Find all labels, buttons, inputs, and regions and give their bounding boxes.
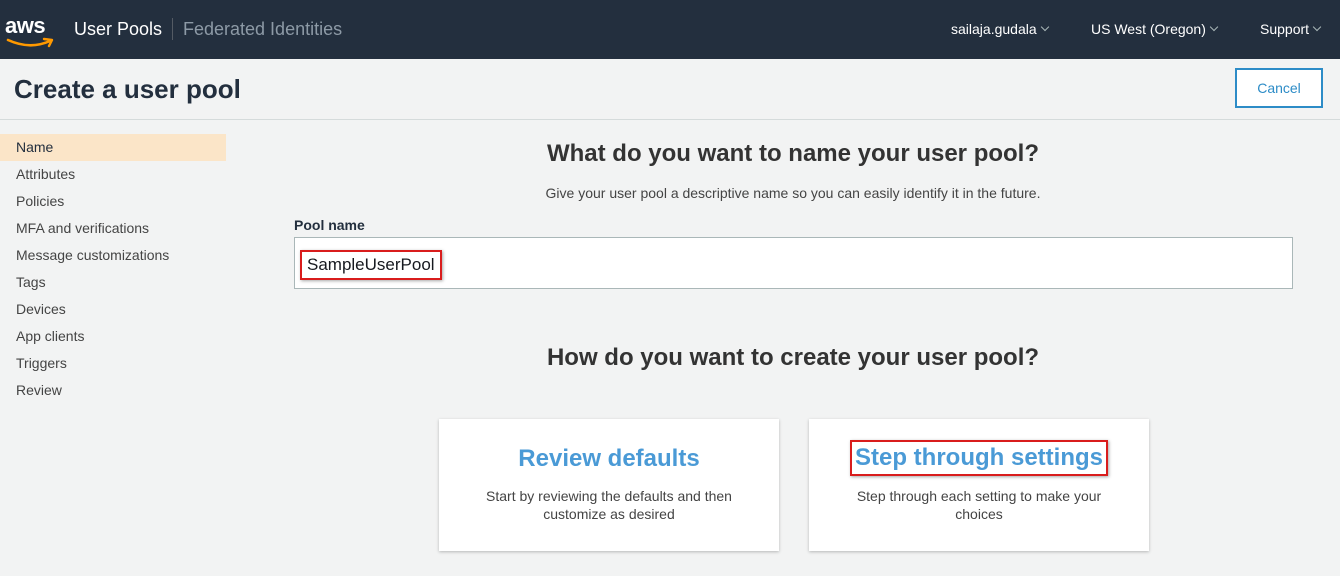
aws-logo[interactable]: aws [5,13,57,49]
sidebar-item-name[interactable]: Name [0,134,226,161]
sidebar-item-attributes[interactable]: Attributes [0,161,226,188]
chevron-down-icon [1040,22,1049,32]
step-through-settings-description: Step through each setting to make your c… [856,488,1102,522]
aws-logo-text: aws [5,13,46,38]
user-menu[interactable]: sailaja.gudala [951,21,1049,37]
sidebar-item-policies[interactable]: Policies [0,188,226,215]
review-defaults-title[interactable]: Review defaults [439,445,779,473]
nav-divider [172,18,173,40]
nav-federated-identities[interactable]: Federated Identities [183,19,342,40]
sidebar-item-app-clients[interactable]: App clients [0,323,226,350]
review-defaults-card[interactable]: Review defaults Start by reviewing the d… [439,419,779,551]
sidebar-item-mfa[interactable]: MFA and verifications [0,215,226,242]
chevron-down-icon [1209,22,1219,32]
region-menu[interactable]: US West (Oregon) [1091,21,1219,37]
sidebar-item-triggers[interactable]: Triggers [0,350,226,377]
name-heading: What do you want to name your user pool? [546,140,1039,167]
top-navigation-bar: aws User Pools Federated Identities sail… [0,0,1340,59]
sidebar-item-review[interactable]: Review [0,377,226,404]
nav-user-pools[interactable]: User Pools [74,19,162,40]
user-menu-label: sailaja.gudala [951,21,1037,37]
pool-name-label: Pool name [294,217,365,233]
sidebar-item-tags[interactable]: Tags [0,269,226,296]
support-menu-label: Support [1260,21,1310,37]
header-divider [0,119,1340,120]
wizard-step-sidebar: Name Attributes Policies MFA and verific… [0,134,226,404]
sidebar-item-devices[interactable]: Devices [0,296,226,323]
sidebar-item-message-customizations[interactable]: Message customizations [0,242,226,269]
name-subtext: Give your user pool a descriptive name s… [545,185,1041,201]
cancel-button[interactable]: Cancel [1235,68,1323,108]
page-title: Create a user pool [14,74,241,104]
support-menu[interactable]: Support [1260,21,1322,37]
region-menu-label: US West (Oregon) [1091,21,1206,37]
aws-smile-icon [6,37,54,48]
review-defaults-description: Start by reviewing the defaults and then… [486,488,732,522]
pool-name-input[interactable]: SampleUserPool [294,237,1293,289]
pool-name-value: SampleUserPool [300,250,442,280]
step-through-settings-title[interactable]: Step through settings [850,440,1108,476]
step-through-settings-card[interactable]: Step through settings Step through each … [809,419,1149,551]
create-method-heading: How do you want to create your user pool… [546,344,1040,371]
chevron-down-icon [1312,22,1322,32]
